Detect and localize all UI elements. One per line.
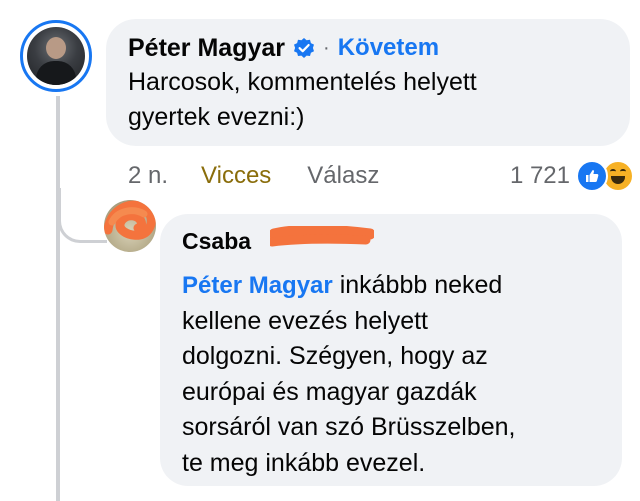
- comment-header: Péter Magyar · Követem: [128, 31, 608, 65]
- reply-text-line: kellene evezés helyett: [182, 306, 428, 335]
- comment-author-name[interactable]: Péter Magyar: [128, 34, 285, 63]
- redaction-scribble-icon: [270, 226, 374, 247]
- reply-header: Csaba: [182, 226, 602, 258]
- mention-link[interactable]: Péter Magyar: [182, 272, 333, 299]
- reply-button[interactable]: Válasz: [307, 162, 379, 190]
- reply-text: Péter Magyar inkábbb neked kellene evezé…: [182, 268, 602, 481]
- redaction-scribble-icon: [104, 200, 156, 240]
- reply-text-line: dolgozni. Szégyen, hogy az: [182, 342, 488, 370]
- comment-actions: 2 n. Vicces Válasz 1 721: [128, 158, 634, 194]
- reaction-button[interactable]: Vicces: [201, 162, 271, 190]
- follow-button[interactable]: Követem: [338, 34, 439, 62]
- thread-branch-line: [58, 188, 107, 243]
- reply-text-line: te meg inkább evezel.: [182, 448, 426, 477]
- like-icon: [576, 160, 608, 192]
- comment-text: Harcosok, kommentelés helyett gyertek ev…: [128, 65, 598, 135]
- verified-badge-icon: [293, 37, 315, 59]
- comment-text-line: gyertek evezni:): [128, 103, 305, 131]
- comment-timestamp[interactable]: 2 n.: [128, 162, 168, 190]
- comment-bubble: Péter Magyar · Követem Harcosok, komment…: [106, 19, 630, 146]
- reply-text-fragment: inkábbb neked: [332, 271, 503, 299]
- reply-text-line: Péter Magyar inkábbb neked: [182, 268, 602, 304]
- reply-author-name[interactable]: Csaba: [182, 228, 251, 254]
- separator-dot: ·: [323, 36, 330, 59]
- thread-line: [56, 96, 60, 501]
- comment-thread: Péter Magyar · Követem Harcosok, komment…: [0, 0, 640, 501]
- reaction-count[interactable]: 1 721: [510, 162, 570, 190]
- comment-text-line: Harcosok, kommentelés helyett: [128, 68, 477, 96]
- reaction-summary[interactable]: [576, 160, 634, 192]
- reply-text-line: sorsáról van szó Brüsszelben,: [182, 413, 516, 441]
- profile-photo: [27, 27, 85, 85]
- reply-avatar[interactable]: [104, 200, 156, 252]
- avatar[interactable]: [20, 20, 92, 92]
- reply-text-line: európai és magyar gazdák: [182, 377, 477, 406]
- reply-bubble: Csaba Péter Magyar inkábbb neked kellene…: [160, 214, 622, 486]
